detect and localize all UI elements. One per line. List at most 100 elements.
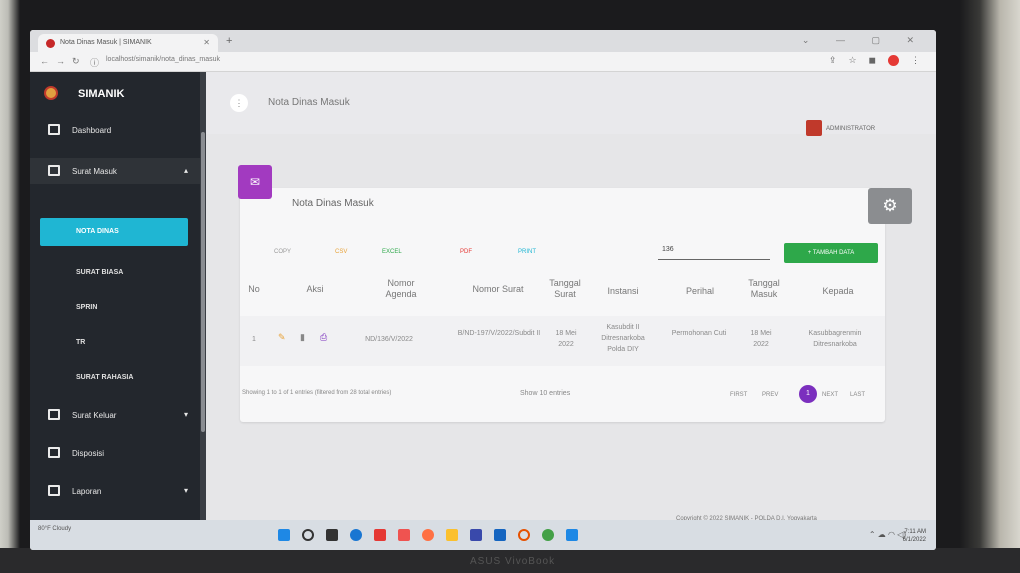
th-tanggal-surat[interactable]: Tanggal Surat bbox=[544, 278, 586, 300]
window-icon[interactable]: ◼ bbox=[869, 55, 876, 66]
mail-app-icon[interactable] bbox=[494, 529, 506, 541]
th-instansi[interactable]: Instansi bbox=[598, 286, 648, 297]
app-icon[interactable] bbox=[398, 529, 410, 541]
sidebar-item-label: Disposisi bbox=[72, 449, 105, 458]
back-icon[interactable]: ← bbox=[40, 56, 49, 66]
favicon-icon bbox=[46, 39, 55, 48]
sidebar-subitem-surat-biasa[interactable]: SURAT BIASA bbox=[76, 269, 123, 276]
tab-title: Nota Dinas Masuk | SIMANIK bbox=[60, 39, 152, 46]
office-icon[interactable] bbox=[374, 529, 386, 541]
th-perihal[interactable]: Perihal bbox=[678, 286, 722, 297]
weather-widget[interactable]: 80°F Cloudy bbox=[38, 526, 71, 532]
chrome-icon[interactable] bbox=[542, 529, 554, 541]
pagination-last[interactable]: LAST bbox=[850, 392, 865, 398]
sidebar-item-label: Surat Masuk bbox=[72, 167, 117, 176]
sidebar-subitem-surat-rahasia[interactable]: SURAT RAHASIA bbox=[76, 374, 133, 381]
mail-icon: ✉ bbox=[238, 165, 272, 199]
sidebar: SIMANIK Dashboard Surat Masuk ▴ NOTA DIN… bbox=[30, 72, 206, 520]
pagination-current[interactable]: 1 bbox=[799, 385, 817, 403]
new-tab-icon[interactable]: + bbox=[226, 35, 232, 47]
menu-icon[interactable]: ⋮ bbox=[911, 55, 920, 66]
cell-tanggal-masuk: 18 Mei 2022 bbox=[750, 330, 772, 348]
sidebar-scrollbar[interactable] bbox=[200, 72, 206, 520]
search-input[interactable]: 136 bbox=[662, 246, 674, 253]
forward-icon[interactable]: → bbox=[56, 56, 65, 66]
edge-icon[interactable] bbox=[350, 529, 362, 541]
export-excel-button[interactable]: EXCEL bbox=[382, 249, 402, 255]
reload-icon[interactable]: ↻ bbox=[72, 56, 80, 67]
clock-date: 6/1/2022 bbox=[902, 537, 926, 543]
print-icon[interactable]: ⎙ bbox=[320, 332, 327, 343]
taskbar-clock[interactable]: 7:11 AM 6/1/2022 bbox=[903, 528, 926, 544]
show-entries-select[interactable]: Show 10 entries bbox=[520, 390, 570, 397]
chevron-down-icon: ▾ bbox=[183, 486, 188, 495]
export-print-button[interactable]: PRINT bbox=[518, 249, 536, 255]
windows-start-icon[interactable] bbox=[278, 529, 290, 541]
disposition-icon bbox=[48, 447, 60, 458]
outbox-icon bbox=[48, 409, 60, 420]
laptop-brand: ASUS VivoBook bbox=[470, 556, 556, 567]
url-field[interactable]: localhost/simanik/nota_dinas_masuk bbox=[106, 56, 220, 63]
star-icon[interactable]: ☆ bbox=[848, 55, 856, 66]
export-pdf-button[interactable]: PDF bbox=[460, 249, 472, 255]
cell-nomor-agenda: ND/136/V/2022 bbox=[365, 336, 413, 343]
sidebar-brand[interactable]: SIMANIK bbox=[30, 72, 206, 112]
sidebar-item-disposisi[interactable]: Disposisi bbox=[30, 440, 200, 466]
chrome-alt-icon[interactable] bbox=[518, 529, 530, 541]
task-view-icon[interactable] bbox=[326, 529, 338, 541]
inbox-icon bbox=[48, 165, 60, 176]
app-name: SIMANIK bbox=[78, 88, 125, 100]
system-tray[interactable]: ⌃ ☁ ◠ ◁) bbox=[869, 530, 906, 539]
sidebar-item-label: Laporan bbox=[72, 487, 102, 496]
th-kepada[interactable]: Kepada bbox=[808, 286, 868, 297]
cell-tanggal-surat: 18 Mei 2022 bbox=[555, 330, 577, 348]
top-bar: ⋮ Nota Dinas Masuk bbox=[206, 72, 936, 134]
th-aksi[interactable]: Aksi bbox=[300, 284, 330, 295]
browser-tab[interactable]: Nota Dinas Masuk | SIMANIK ✕ bbox=[38, 34, 218, 52]
address-bar: ← → ↻ ⓘ localhost/simanik/nota_dinas_mas… bbox=[30, 52, 936, 72]
th-nomor-agenda[interactable]: Nomor Agenda bbox=[376, 278, 426, 300]
telegram-icon[interactable] bbox=[566, 529, 578, 541]
add-data-button[interactable]: + TAMBAH DATA bbox=[784, 243, 878, 263]
sidebar-subitem-sprin[interactable]: SPRIN bbox=[76, 304, 97, 311]
browser-icons: ⇪ ☆ ◼ ⋮ bbox=[829, 55, 920, 66]
info-icon[interactable]: ⓘ bbox=[90, 56, 99, 69]
avatar[interactable] bbox=[806, 120, 822, 136]
scrollbar-thumb[interactable] bbox=[201, 132, 205, 432]
profile-avatar[interactable] bbox=[888, 55, 899, 66]
window-controls[interactable]: ⌄ — ▢ ✕ bbox=[802, 35, 926, 46]
th-tanggal-masuk[interactable]: Tanggal Masuk bbox=[742, 278, 786, 300]
firefox-icon[interactable] bbox=[422, 529, 434, 541]
th-no[interactable]: No bbox=[242, 284, 266, 295]
sidebar-item-surat-masuk[interactable]: Surat Masuk ▴ bbox=[30, 158, 200, 184]
user-name[interactable]: ADMINISTRATOR bbox=[826, 126, 875, 132]
sidebar-item-label: Surat Keluar bbox=[72, 411, 117, 420]
edit-icon[interactable]: ✎ bbox=[278, 332, 286, 343]
sidebar-item-dashboard[interactable]: Dashboard bbox=[30, 117, 200, 143]
store-icon[interactable] bbox=[470, 529, 482, 541]
search-icon[interactable] bbox=[302, 529, 314, 541]
th-nomor-surat[interactable]: Nomor Surat bbox=[458, 284, 538, 295]
pagination-prev[interactable]: PREV bbox=[762, 392, 778, 398]
close-tab-icon[interactable]: ✕ bbox=[203, 38, 210, 47]
logo-icon bbox=[44, 86, 58, 100]
dashboard-icon bbox=[48, 124, 60, 135]
cell-no: 1 bbox=[252, 336, 256, 343]
clock-time: 7:11 AM bbox=[904, 529, 926, 535]
file-explorer-icon[interactable] bbox=[446, 529, 458, 541]
cell-nomor-surat: B/ND-197/V/2022/Subdit II bbox=[457, 330, 541, 337]
sidebar-subitem-tr[interactable]: TR bbox=[76, 339, 85, 346]
browser-tab-bar: Nota Dinas Masuk | SIMANIK ✕ + ⌄ — ▢ ✕ bbox=[30, 30, 936, 52]
sidebar-item-surat-keluar[interactable]: Surat Keluar ▾ bbox=[30, 402, 200, 428]
sidebar-subitem-nota-dinas[interactable]: NOTA DINAS bbox=[40, 218, 188, 246]
share-icon[interactable]: ⇪ bbox=[829, 55, 837, 66]
export-csv-button[interactable]: CSV bbox=[335, 249, 347, 255]
settings-gear-icon[interactable]: ⚙ bbox=[868, 188, 912, 224]
delete-icon[interactable]: ▮ bbox=[300, 332, 305, 343]
cell-kepada: Kasubbagrenmin Ditresnarkoba bbox=[808, 330, 862, 348]
export-copy-button[interactable]: COPY bbox=[274, 249, 291, 255]
sidebar-item-laporan[interactable]: Laporan ▾ bbox=[30, 478, 200, 504]
pagination-first[interactable]: FIRST bbox=[730, 392, 747, 398]
menu-toggle-icon[interactable]: ⋮ bbox=[230, 94, 248, 112]
pagination-next[interactable]: NEXT bbox=[822, 392, 838, 398]
